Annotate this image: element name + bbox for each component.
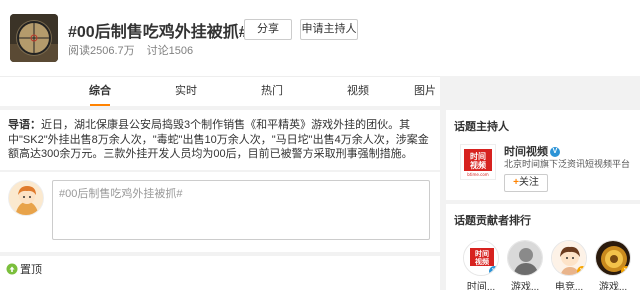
post-input[interactable]: #00后制售吃鸡外挂被抓# [52, 180, 430, 240]
user-avatar [8, 180, 44, 216]
contributor-name: 时间... [466, 282, 496, 290]
topic-intro: 导语：近日，湖北保康县公安局捣毁3个制作销售《和平精英》游戏外挂的团伙。其中"S… [0, 110, 440, 170]
host-panel: 话题主持人 时间 视频 btime.com 时间视频 V 北京时间旗下泛资讯短视频… [446, 110, 640, 200]
contributor-name: 游戏... [510, 282, 540, 290]
svg-text:视频: 视频 [475, 257, 489, 266]
pin-icon [6, 263, 18, 275]
verified-yellow-icon: V [621, 266, 630, 275]
svg-text:btime.com: btime.com [467, 172, 488, 177]
pinned-label: 置顶 [20, 264, 42, 276]
contributor-item[interactable]: V 电竞... [550, 240, 588, 290]
topic-title: #00后制售吃鸡外挂被抓# [68, 24, 248, 41]
contributor-avatar: V [595, 240, 631, 276]
verified-blue-icon: V [489, 266, 498, 275]
tab-video[interactable]: 视频 [328, 77, 388, 107]
tab-comprehensive[interactable]: 综合 [70, 77, 130, 107]
apply-host-button[interactable]: 申请主持人 [300, 19, 358, 40]
contributor-avatar: V [551, 240, 587, 276]
contributor-name: 电竞... [554, 282, 584, 290]
contributor-avatar: 时间 视频 V [463, 240, 499, 276]
discussion-count: 讨论1506 [146, 45, 194, 57]
contributor-name: 游戏... [598, 282, 628, 290]
contributor-item[interactable]: 时间 视频 V 时间... [462, 240, 500, 290]
verified-yellow-icon: V [577, 266, 586, 275]
host-panel-title: 话题主持人 [454, 121, 509, 133]
svg-text:时间: 时间 [470, 151, 486, 161]
intro-prefix: 导语： [8, 119, 41, 131]
contributors-panel: 话题贡献者排行 时间 视频 V 时间... 游戏... V 电竞... V 游戏… [446, 204, 640, 290]
tab-images[interactable]: 图片 [414, 77, 440, 107]
tab-hot[interactable]: 热门 [242, 77, 302, 107]
topic-header: #00后制售吃鸡外挂被抓# 分享 申请主持人 阅读2506.7万 讨论1506 [0, 0, 640, 76]
verified-icon: V [550, 147, 560, 158]
host-logo[interactable]: 时间 视频 btime.com [460, 144, 496, 180]
read-count: 阅读2506.7万 [68, 45, 135, 57]
topic-thumbnail [10, 14, 58, 62]
svg-text:时间: 时间 [475, 249, 489, 258]
topic-stats: 阅读2506.7万 讨论1506 [68, 42, 193, 58]
intro-text: 近日，湖北保康县公安局捣毁3个制作销售《和平精英》游戏外挂的团伙。其中"SK2"… [8, 119, 429, 160]
follow-button[interactable]: +关注 [504, 174, 548, 192]
post-composer: #00后制售吃鸡外挂被抓# [0, 172, 440, 252]
contributors-title: 话题贡献者排行 [454, 215, 531, 227]
topic-tabs: 综合 实时 热门 视频 图片 [0, 76, 440, 106]
contributor-item[interactable]: 游戏... [506, 240, 544, 290]
svg-text:视频: 视频 [470, 160, 486, 170]
pinned-section: 置顶 [0, 256, 440, 290]
tab-realtime[interactable]: 实时 [156, 77, 216, 107]
contributor-item[interactable]: V 游戏... [594, 240, 632, 290]
share-button[interactable]: 分享 [244, 19, 292, 40]
host-description: 北京时间旗下泛资讯短视频平台 [504, 159, 631, 169]
contributor-avatar [507, 240, 543, 276]
